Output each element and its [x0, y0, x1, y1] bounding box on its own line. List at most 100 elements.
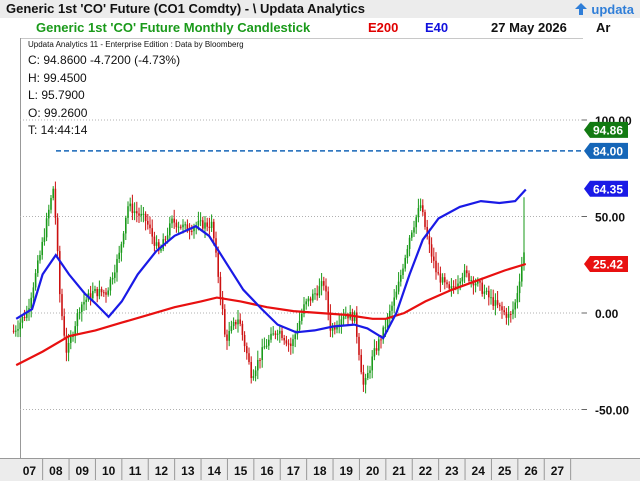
candle-body: [151, 228, 153, 237]
x-tick-label: 07: [23, 464, 37, 478]
candle-body: [316, 293, 318, 296]
candle-body: [488, 290, 490, 298]
candle-body: [384, 327, 387, 329]
candle-body: [505, 312, 508, 318]
candle-body: [287, 343, 290, 345]
candle-body: [323, 281, 325, 286]
candle-body: [41, 241, 43, 256]
x-tick-label: 21: [392, 464, 406, 478]
candle-body: [358, 336, 360, 355]
candle-body: [419, 205, 422, 209]
candle-body: [164, 239, 167, 241]
candle-body: [294, 334, 296, 340]
x-tick-label: 19: [340, 464, 354, 478]
candle-body: [362, 372, 365, 385]
candle-body: [397, 281, 400, 292]
candle-body: [439, 273, 442, 283]
candle-body: [507, 313, 510, 318]
candle-body: [446, 282, 448, 285]
candle-body: [228, 331, 230, 341]
candle-body: [367, 372, 369, 379]
candle-body: [492, 297, 494, 306]
candle-body: [202, 220, 204, 229]
candle-body: [265, 345, 268, 347]
candle-body: [437, 272, 439, 274]
candle-body: [105, 292, 107, 295]
candle-body: [481, 282, 483, 294]
candle-body: [235, 321, 237, 325]
x-tick-label: 16: [260, 464, 274, 478]
candle-body: [15, 330, 17, 332]
candle-body: [452, 286, 455, 288]
candle-body: [494, 300, 497, 306]
candle-body: [182, 224, 184, 228]
x-tick-label: 13: [181, 464, 195, 478]
e40-line: [15, 188, 527, 340]
candle-body: [485, 290, 488, 292]
candle-body: [417, 208, 420, 218]
data-source-subtitle: Updata Analytics 11 - Enterprise Edition…: [28, 40, 244, 49]
candle-body: [243, 334, 246, 347]
candle-body: [380, 339, 382, 341]
x-tick-label: 20: [366, 464, 380, 478]
candle-body: [406, 249, 409, 258]
candle-body: [415, 217, 417, 228]
candle-body: [512, 309, 514, 315]
candle-body: [81, 304, 83, 313]
candle-body: [129, 203, 131, 207]
candle-body: [217, 252, 219, 277]
candle-body: [461, 277, 464, 282]
candle-body: [94, 288, 96, 292]
candle-body: [39, 255, 41, 261]
candle-body: [263, 346, 266, 348]
candle-body: [133, 211, 136, 214]
candle-body: [468, 273, 470, 281]
candle-body: [144, 213, 147, 221]
x-tick-label: 08: [49, 464, 63, 478]
candle-body: [19, 322, 21, 330]
candle-body: [210, 221, 213, 228]
candle-body: [259, 359, 261, 361]
candle-body: [76, 313, 79, 327]
candle-body: [433, 256, 435, 261]
candle-body: [239, 319, 241, 324]
x-tick-label: 18: [313, 464, 327, 478]
y-tick-label: 50.00: [595, 211, 625, 225]
candle-body: [153, 236, 156, 246]
candle-body: [272, 333, 274, 335]
candle-body: [389, 310, 391, 317]
candle-body: [125, 217, 127, 234]
candle-body: [378, 339, 380, 351]
x-tick-label: 09: [76, 464, 90, 478]
candle-body: [268, 339, 270, 346]
close-value: C: 94.8600 -4.7200 (-4.73%): [28, 53, 181, 67]
candle-body: [428, 236, 431, 245]
x-tick-label: 14: [208, 464, 222, 478]
x-tick-label: 26: [524, 464, 538, 478]
candle-body: [12, 330, 15, 332]
candle-body: [371, 356, 373, 371]
candle-body: [23, 317, 26, 319]
candle-body: [270, 333, 272, 340]
candle-body: [114, 272, 116, 278]
candle-body: [411, 232, 413, 238]
candle-body: [441, 277, 444, 283]
value-label-price: 94.86: [593, 123, 623, 137]
candle-body: [292, 339, 294, 347]
candle-body: [312, 293, 314, 301]
candle-body: [122, 233, 125, 245]
candle-body: [43, 237, 46, 242]
candle-body: [257, 359, 259, 371]
candle-body: [309, 298, 312, 301]
x-tick-label: 10: [102, 464, 116, 478]
candle-body: [276, 333, 279, 335]
candle-body: [32, 287, 35, 298]
candle-body: [70, 337, 72, 343]
value-label-level: 84.00: [593, 144, 623, 158]
candle-body: [450, 286, 453, 289]
candle-body: [459, 281, 461, 284]
candle-body: [138, 213, 140, 216]
candle-body: [184, 224, 186, 226]
x-tick-label: 24: [472, 464, 486, 478]
candle-body: [127, 206, 129, 218]
